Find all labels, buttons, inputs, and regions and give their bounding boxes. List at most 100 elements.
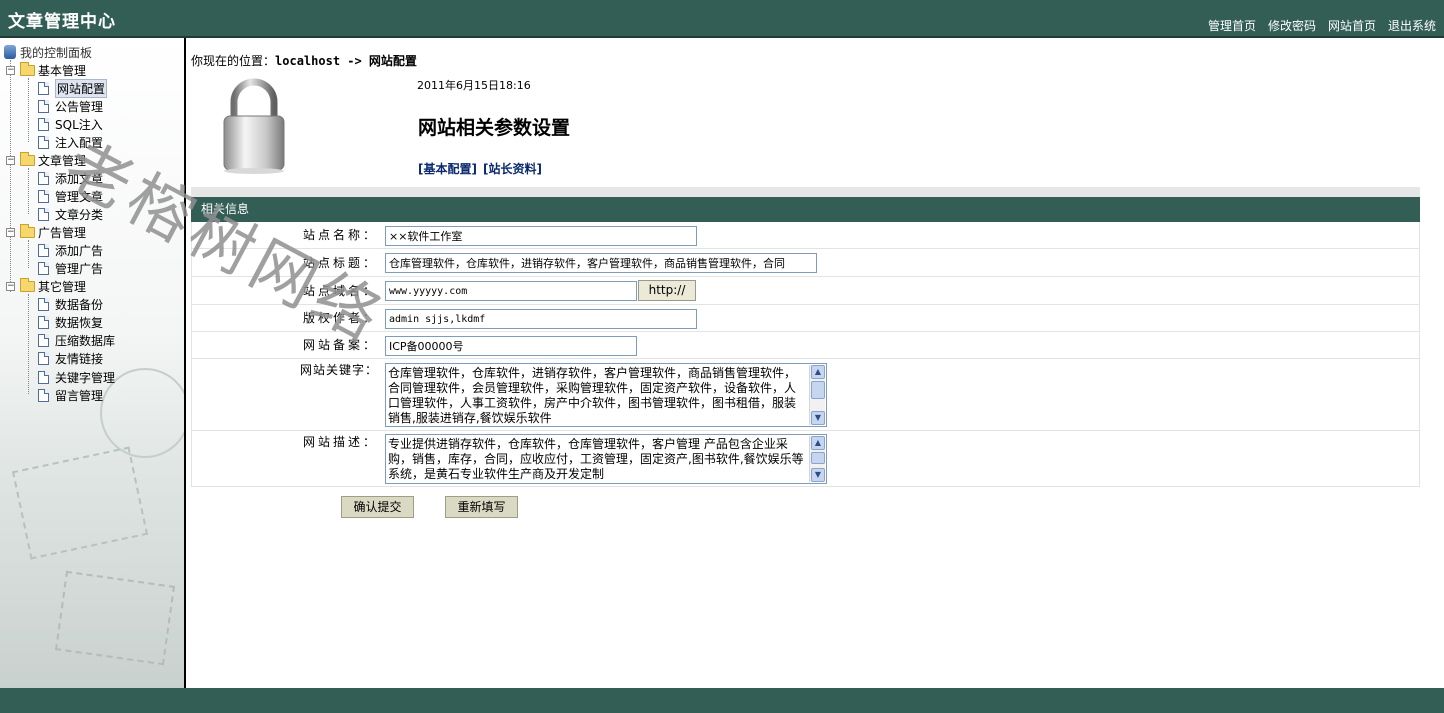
sidebar-item-label: 管理文章 [55,189,104,204]
collapse-icon[interactable]: − [6,282,15,291]
keywords-text: 仓库管理软件，仓库软件，进销存软件，客户管理软件，商品销售管理软件，合同管理软件… [388,366,797,425]
form-row: 版权作者： [192,305,1419,332]
document-icon [38,261,49,275]
basic-config-link[interactable]: [基本配置] [418,162,477,176]
scrollbar[interactable]: ▲ ▼ [809,365,825,425]
document-icon [38,189,49,203]
sidebar-item-keywords[interactable]: 关键字管理 [38,368,115,386]
field-label: 网站描述： [302,435,378,449]
tree-group-ads[interactable]: 广告管理 [20,223,86,241]
tree-line [28,294,29,394]
site-name-input[interactable] [385,226,697,246]
field-label: 网站备案： [302,338,378,352]
document-icon [38,135,49,149]
tree-group-label: 基本管理 [38,63,87,78]
sidebar-item-injection-config[interactable]: 注入配置 [38,133,103,151]
collapse-icon[interactable]: − [6,156,15,165]
site-title-input[interactable] [385,253,817,273]
keywords-textarea[interactable]: 仓库管理软件，仓库软件，进销存软件，客户管理软件，商品销售管理软件，合同管理软件… [385,363,827,427]
scroll-down-icon[interactable]: ▼ [811,468,825,482]
breadcrumb: 你现在的位置：localhost -> 网站配置 [191,52,417,69]
sub-links: [基本配置] [站长资料] [418,160,548,177]
field-cell: 仓库管理软件，仓库软件，进销存软件，客户管理软件，商品销售管理软件，合同管理软件… [382,359,1419,430]
main-content: 你现在的位置：localhost -> 网站配置 2011年6月15日18:16… [186,40,1444,688]
field-cell: 专业提供进销存软件，仓库软件，仓库管理软件，客户管理 产品包含企业采购，销售，库… [382,431,1419,486]
sidebar-item-manage-ads[interactable]: 管理广告 [38,259,103,277]
scrollbar[interactable]: ▲ ▼ [809,436,825,482]
form-row: 网站关键字： 仓库管理软件，仓库软件，进销存软件，客户管理软件，商品销售管理软件… [192,359,1419,431]
sidebar-item-backup[interactable]: 数据备份 [38,295,103,313]
document-icon [38,315,49,329]
nav-admin-home-link[interactable]: 管理首页 [1208,17,1256,34]
sidebar-item-label: 管理广告 [55,261,104,276]
form-row: 网站备案： [192,332,1419,359]
sidebar-item-label: 文章分类 [55,207,104,222]
document-icon [38,333,49,347]
submit-button[interactable]: 确认提交 [341,496,414,518]
scroll-thumb[interactable] [811,452,825,464]
tree-group-label: 广告管理 [38,225,87,240]
field-cell [382,222,1419,248]
sidebar-item-friend-links[interactable]: 友情链接 [38,349,103,367]
document-icon [38,171,49,185]
sidebar-item-add-ad[interactable]: 添加广告 [38,241,103,259]
collapse-icon[interactable]: − [6,66,15,75]
tree-line [28,240,29,268]
nav-logout-link[interactable]: 退出系统 [1388,17,1436,34]
sidebar-item-label: 添加文章 [55,171,104,186]
sidebar-item-article-categories[interactable]: 文章分类 [38,205,103,223]
nav-change-password-link[interactable]: 修改密码 [1268,17,1316,34]
background-stamp [11,446,149,560]
footer-bar [0,688,1444,713]
sidebar: 我的控制面板 − 基本管理 网站配置 公告管理 SQL注入 注入配置 − 文章管… [0,38,184,688]
sidebar-item-restore[interactable]: 数据恢复 [38,313,103,331]
document-icon [38,243,49,257]
document-icon [38,117,49,131]
document-icon [38,207,49,221]
tree-group-other[interactable]: 其它管理 [20,277,86,295]
sidebar-item-add-article[interactable]: 添加文章 [38,169,103,187]
breadcrumb-path: localhost -> 网站配置 [275,54,417,68]
field-cell [382,249,1419,276]
sidebar-item-label: SQL注入 [55,117,103,132]
tree-group-basic[interactable]: 基本管理 [20,61,86,79]
folder-open-icon [20,277,35,292]
folder-open-icon [20,61,35,76]
field-cell [382,332,1419,358]
sidebar-item-site-config[interactable]: 网站配置 [38,78,108,98]
site-domain-input[interactable] [385,281,637,301]
description-textarea[interactable]: 专业提供进销存软件，仓库软件，仓库管理软件，客户管理 产品包含企业采购，销售，库… [385,434,827,484]
webmaster-info-link[interactable]: [站长资料] [483,162,542,176]
sidebar-item-compress-db[interactable]: 压缩数据库 [38,331,115,349]
scroll-up-icon[interactable]: ▲ [811,436,825,450]
tree-root[interactable]: 我的控制面板 [4,43,92,61]
form-row: 站点名称： [192,222,1419,249]
sidebar-item-manage-articles[interactable]: 管理文章 [38,187,103,205]
app-title: 文章管理中心 [8,12,116,32]
sidebar-item-sql-injection[interactable]: SQL注入 [38,115,103,133]
top-nav: 管理首页 修改密码 网站首页 退出系统 [1208,17,1436,34]
lock-icon [223,78,285,174]
http-prefix-button[interactable]: http:// [638,280,696,301]
tree-line [10,60,11,292]
settings-form: 站点名称： 站点标题： 站点域名： http:// 版权作者： 网站备案 [191,222,1420,487]
scroll-thumb[interactable] [811,381,825,399]
reset-button[interactable]: 重新填写 [445,496,518,518]
sidebar-item-label: 友情链接 [55,351,104,366]
document-icon [38,81,49,95]
sidebar-item-announcements[interactable]: 公告管理 [38,97,103,115]
page-title: 网站相关参数设置 [418,117,571,139]
divider-strip [191,187,1420,197]
icp-input[interactable] [385,336,637,356]
sidebar-item-label: 留言管理 [55,388,104,403]
document-icon [38,297,49,311]
tree-group-articles[interactable]: 文章管理 [20,151,86,169]
scroll-up-icon[interactable]: ▲ [811,365,825,379]
copyright-input[interactable] [385,309,697,329]
tree-group-label: 其它管理 [38,279,87,294]
collapse-icon[interactable]: − [6,228,15,237]
nav-site-home-link[interactable]: 网站首页 [1328,17,1376,34]
document-icon [38,370,49,384]
scroll-down-icon[interactable]: ▼ [811,411,825,425]
sidebar-item-messages[interactable]: 留言管理 [38,386,103,404]
